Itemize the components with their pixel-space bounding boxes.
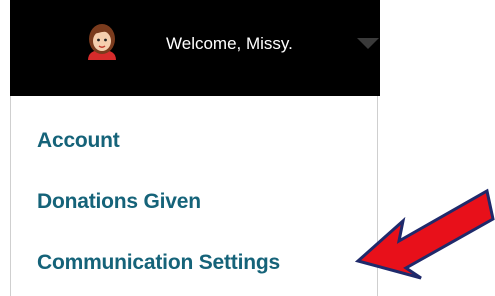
menu-item-account[interactable]: Account	[37, 129, 120, 153]
user-dropdown-menu: Account Donations Given Communication Se…	[10, 96, 378, 296]
user-header-bar: Welcome, Missy.	[10, 0, 380, 96]
welcome-text[interactable]: Welcome, Missy.	[166, 34, 293, 54]
menu-item-donations-given[interactable]: Donations Given	[37, 190, 201, 214]
red-arrow-annotation	[355, 188, 495, 280]
menu-item-communication-settings[interactable]: Communication Settings	[37, 251, 280, 275]
caret-down-icon[interactable]	[357, 38, 379, 49]
user-avatar[interactable]	[80, 20, 124, 64]
